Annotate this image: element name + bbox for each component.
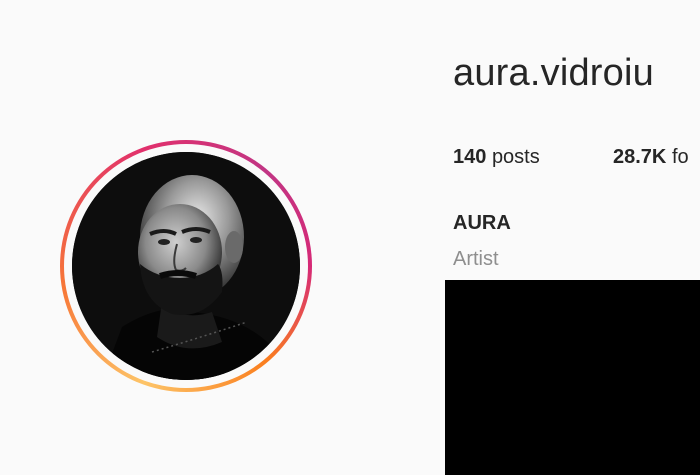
story-ring[interactable] — [60, 140, 312, 392]
profile-stats: 140 posts 28.7K fo — [453, 146, 689, 169]
profile-category: Artist — [453, 248, 499, 270]
posts-label: posts — [491, 146, 540, 168]
avatar[interactable] — [72, 152, 300, 380]
posts-stat: 140 posts — [453, 146, 613, 169]
avatar-photo-image — [72, 152, 300, 380]
followers-label: fo — [671, 146, 689, 168]
profile-full-name: AURA — [453, 212, 511, 234]
posts-count: 140 — [453, 146, 492, 168]
media-overlay — [445, 280, 700, 475]
profile-username: aura.vidroiu — [453, 52, 654, 94]
profile-page: aura.vidroiu 140 posts 28.7K fo AURA Art… — [0, 0, 700, 475]
followers-count: 28.7K — [613, 146, 672, 168]
followers-stat[interactable]: 28.7K fo — [613, 146, 689, 169]
